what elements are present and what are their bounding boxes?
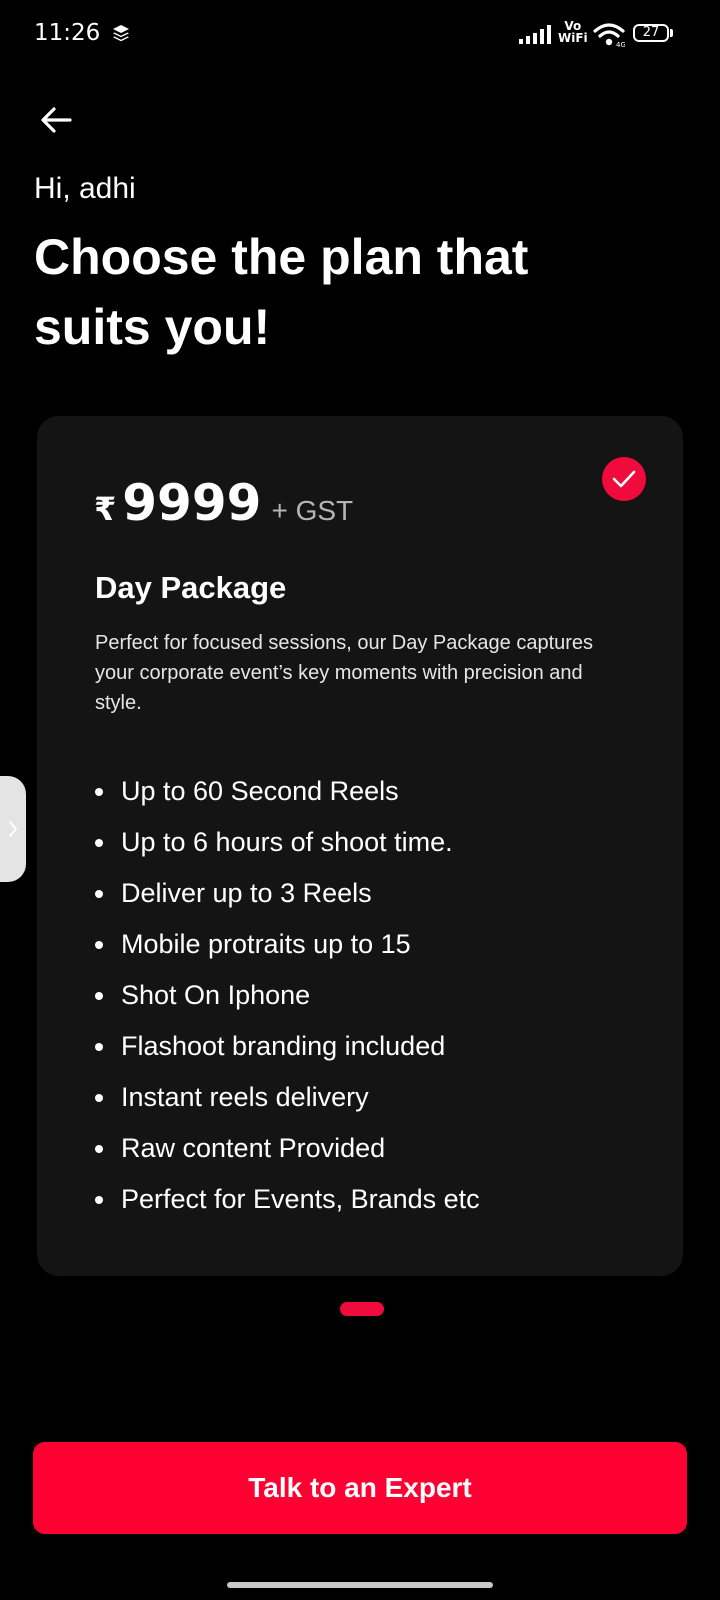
chevron-right-icon: [9, 821, 17, 837]
bullet-icon: [95, 838, 103, 847]
bullet-icon: [95, 889, 103, 898]
battery-icon: 27: [633, 24, 673, 44]
price-value: 9999: [122, 474, 262, 532]
side-panel-handle[interactable]: [0, 776, 26, 882]
feature-item: Mobile protraits up to 15: [95, 919, 480, 970]
bullet-icon: [95, 1042, 103, 1051]
status-time: 11:26: [34, 20, 101, 46]
page-indicator-active[interactable]: [340, 1302, 384, 1316]
feature-item: Deliver up to 3 Reels: [95, 868, 480, 919]
battery-tip: [670, 29, 673, 37]
bullet-icon: [95, 991, 103, 1000]
plan-description: Perfect for focused sessions, our Day Pa…: [95, 632, 594, 714]
talk-to-expert-button[interactable]: Talk to an Expert: [33, 1442, 687, 1534]
selected-check-icon: [602, 457, 646, 501]
feature-item: Perfect for Events, Brands etc: [95, 1174, 480, 1225]
plan-card[interactable]: ₹ 9999 + GST Day Package Perfect for foc…: [37, 416, 683, 1276]
bullet-icon: [95, 940, 103, 949]
greeting-text: Hi, adhi: [34, 172, 136, 205]
bullet-icon: [95, 787, 103, 796]
feature-text: Perfect for Events, Brands etc: [121, 1184, 480, 1214]
checkmark-icon: [612, 470, 636, 488]
arrow-left-icon: [41, 107, 72, 133]
battery-level: 27: [633, 24, 669, 42]
price-suffix: + GST: [271, 495, 354, 526]
feature-item: Up to 60 Second Reels: [95, 766, 480, 817]
feature-item: Shot On Iphone: [95, 970, 480, 1021]
bullet-icon: [95, 1144, 103, 1153]
layers-icon: [113, 25, 129, 42]
currency-symbol: ₹: [94, 490, 117, 528]
feature-text: Mobile protraits up to 15: [121, 929, 411, 959]
bullet-icon: [95, 1195, 103, 1204]
vowifi-indicator: Vo WiFi: [558, 20, 588, 44]
feature-text: Instant reels delivery: [121, 1082, 369, 1112]
feature-item: Raw content Provided: [95, 1123, 480, 1174]
feature-text: Flashoot branding included: [121, 1031, 446, 1061]
vowifi-line2: WiFi: [558, 31, 588, 45]
feature-item: Up to 6 hours of shoot time.: [95, 817, 480, 868]
page-title: Choose the plan that suits you!: [34, 229, 529, 355]
signal-icon: [519, 25, 551, 44]
svg-text:4G: 4G: [616, 41, 625, 48]
feature-text: Shot On Iphone: [121, 980, 311, 1010]
feature-text: Up to 6 hours of shoot time.: [121, 827, 453, 857]
feature-text: Up to 60 Second Reels: [121, 776, 399, 806]
plan-name: Day Package: [95, 570, 287, 605]
bullet-icon: [95, 1093, 103, 1102]
feature-text: Deliver up to 3 Reels: [121, 878, 372, 908]
wifi-icon: 4G: [593, 23, 625, 48]
home-indicator[interactable]: [227, 1582, 493, 1588]
feature-item: Instant reels delivery: [95, 1072, 480, 1123]
feature-list: Up to 60 Second Reels Up to 6 hours of s…: [95, 766, 480, 1225]
status-bar: 11:26 Vo WiFi 4G 27: [0, 0, 720, 70]
back-button[interactable]: [32, 96, 80, 144]
feature-item: Flashoot branding included: [95, 1021, 480, 1072]
price-row: ₹ 9999 + GST: [94, 474, 353, 532]
feature-text: Raw content Provided: [121, 1133, 386, 1163]
